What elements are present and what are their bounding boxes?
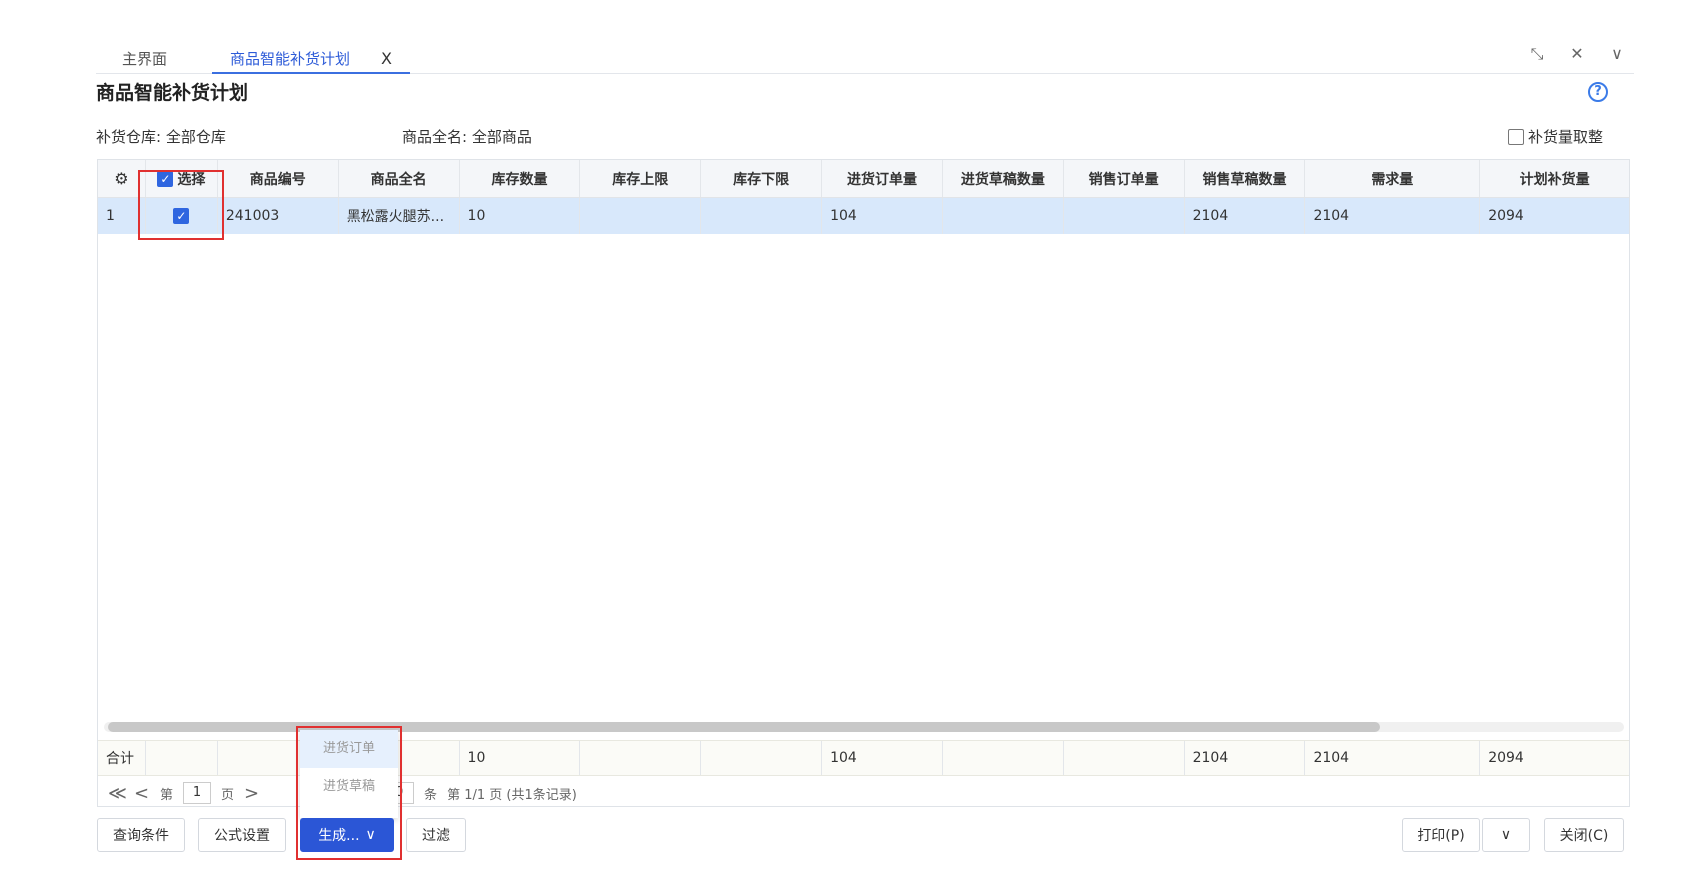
tab-bar: 主界面 商品智能补货计划 X ⤡ ✕ ∨: [96, 44, 1634, 74]
replenishment-grid: ⚙ ✓ 选择 商品编号 商品全名 库存数量 库存上限 库存下限 进货订单量 进货…: [97, 159, 1630, 807]
cell-name: 黑松露火腿苏...: [339, 198, 460, 234]
summary-label: 合计: [98, 741, 146, 775]
summary-plan: 2094: [1488, 750, 1524, 766]
page-title: 商品智能补货计划: [96, 82, 249, 104]
generate-label: 生成...: [318, 828, 360, 844]
summary-sales-draft: 2104: [1185, 741, 1306, 775]
first-page-icon[interactable]: ≪: [108, 783, 127, 804]
chevron-down-icon: ∨: [365, 827, 376, 843]
cell-purchase-draft: [943, 198, 1064, 234]
header-purchase-order[interactable]: 进货订单量: [822, 160, 943, 197]
cell-upper: [580, 198, 702, 234]
header-demand[interactable]: 需求量: [1305, 160, 1481, 197]
tab-replenishment-plan[interactable]: 商品智能补货计划 X: [212, 48, 410, 74]
close-button[interactable]: 关闭(C): [1544, 818, 1624, 852]
print-button[interactable]: 打印(P): [1402, 818, 1480, 852]
cell-sales-order: [1064, 198, 1185, 234]
header-lower[interactable]: 库存下限: [701, 160, 823, 197]
header-purchase-draft[interactable]: 进货草稿数量: [943, 160, 1064, 197]
print-dropdown-icon[interactable]: ∨: [1482, 818, 1530, 852]
checkbox-icon[interactable]: [1508, 128, 1524, 145]
cell-purchase-order: 104: [822, 198, 943, 234]
window-controls: ⤡ ✕ ∨: [1528, 44, 1626, 64]
header-plan[interactable]: 计划补货量: [1480, 160, 1629, 197]
page-suffix: 页: [221, 787, 235, 803]
summary-empty: [1064, 741, 1185, 775]
tab-replenishment-label: 商品智能补货计划: [230, 50, 351, 68]
chevron-down-icon[interactable]: ∨: [1608, 44, 1626, 64]
formula-settings-button[interactable]: 公式设置: [198, 818, 286, 852]
summary-stock: 10: [460, 741, 581, 775]
cell-sales-draft: 2104: [1185, 198, 1306, 234]
header-name[interactable]: 商品全名: [339, 160, 460, 197]
highlight-select-column: [138, 170, 224, 240]
summary-empty: [146, 741, 218, 775]
cell-code: 241003: [218, 198, 339, 234]
round-quantity-label: 补货量取整: [1528, 128, 1604, 146]
page-prefix: 第: [160, 787, 174, 803]
page-info: 第 1/1 页 (共1条记录): [447, 787, 577, 803]
summary-empty: [580, 741, 702, 775]
page-input[interactable]: 1: [183, 782, 212, 804]
header-sales-order[interactable]: 销售订单量: [1064, 160, 1185, 197]
summary-empty: [701, 741, 823, 775]
header-code[interactable]: 商品编号: [218, 160, 339, 197]
cell-plan[interactable]: 2094: [1480, 198, 1629, 234]
next-page-icon[interactable]: >: [244, 783, 260, 804]
table-header: ⚙ ✓ 选择 商品编号 商品全名 库存数量 库存上限 库存下限 进货订单量 进货…: [98, 160, 1629, 198]
table-row[interactable]: 1 ✓ 241003 黑松露火腿苏... 10 104 2104 2104 20…: [98, 198, 1629, 234]
close-window-icon[interactable]: ✕: [1568, 44, 1586, 64]
header-stock[interactable]: 库存数量: [460, 160, 581, 197]
round-quantity-checkbox[interactable]: 补货量取整: [1508, 126, 1603, 147]
help-icon[interactable]: ?: [1588, 82, 1608, 102]
summary-demand: 2104: [1305, 741, 1481, 775]
cell-demand: 2104: [1305, 198, 1481, 234]
filter-warehouse: 补货仓库: 全部仓库: [96, 128, 226, 146]
summary-purchase-order: 104: [822, 741, 943, 775]
header-upper[interactable]: 库存上限: [580, 160, 702, 197]
query-conditions-button[interactable]: 查询条件: [97, 818, 185, 852]
tab-close-icon[interactable]: X: [381, 48, 392, 70]
filter-button[interactable]: 过滤: [406, 818, 466, 852]
generate-button[interactable]: 生成... ∨: [300, 818, 394, 852]
collapse-icon[interactable]: ⤡: [1528, 44, 1546, 64]
filter-goods: 商品全名: 全部商品: [402, 128, 532, 146]
per-page-suffix: 条: [424, 787, 438, 803]
header-sales-draft[interactable]: 销售草稿数量: [1185, 160, 1306, 197]
cell-lower: [701, 198, 823, 234]
prev-page-icon[interactable]: <: [134, 783, 150, 804]
cell-stock: 10: [460, 198, 581, 234]
tab-home[interactable]: 主界面: [122, 48, 167, 74]
summary-empty: [943, 741, 1064, 775]
